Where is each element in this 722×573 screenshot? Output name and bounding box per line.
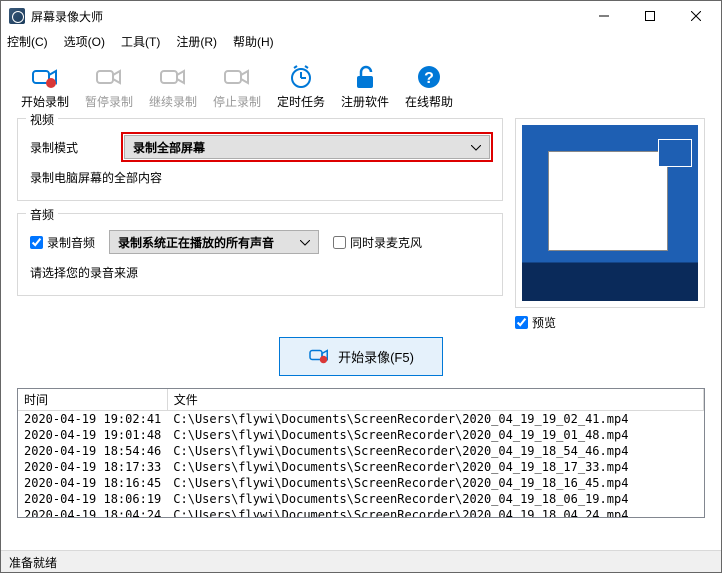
record-mic-input[interactable] bbox=[333, 236, 346, 249]
record-mode-select[interactable]: 录制全部屏幕 bbox=[124, 135, 490, 159]
tool-help-label: 在线帮助 bbox=[405, 93, 453, 110]
audio-source-select[interactable]: 录制系统正在播放的所有声音 bbox=[109, 230, 319, 254]
chevron-down-icon bbox=[471, 140, 481, 154]
table-row[interactable]: 2020-04-19 18:06:19C:\Users\flywi\Docume… bbox=[18, 491, 704, 507]
cell-file: C:\Users\flywi\Documents\ScreenRecorder\… bbox=[167, 491, 703, 507]
tool-pause-label: 暂停录制 bbox=[85, 93, 133, 110]
tool-pause-record: 暂停录制 bbox=[81, 61, 137, 112]
table-row[interactable]: 2020-04-19 19:02:41C:\Users\flywi\Docume… bbox=[18, 411, 704, 428]
window-title: 屏幕录像大师 bbox=[31, 8, 581, 25]
titlebar: 屏幕录像大师 bbox=[1, 1, 721, 31]
camera-stop-icon bbox=[223, 63, 251, 91]
col-time[interactable]: 时间 bbox=[18, 389, 167, 411]
minimize-button[interactable] bbox=[581, 1, 627, 31]
video-legend: 视频 bbox=[26, 111, 58, 128]
chevron-down-icon bbox=[300, 235, 310, 249]
start-recording-button[interactable]: 开始录像(F5) bbox=[279, 337, 443, 376]
tool-schedule[interactable]: 定时任务 bbox=[273, 61, 329, 112]
tool-stop-record: 停止录制 bbox=[209, 61, 265, 112]
camera-record-icon bbox=[31, 63, 59, 91]
tool-online-help[interactable]: ? 在线帮助 bbox=[401, 61, 457, 112]
tool-resume-record: 继续录制 bbox=[145, 61, 201, 112]
menu-register[interactable]: 注册(R) bbox=[176, 33, 217, 50]
tool-start-record[interactable]: 开始录制 bbox=[17, 61, 73, 112]
cell-time: 2020-04-19 18:06:19 bbox=[18, 491, 167, 507]
audio-source-value: 录制系统正在播放的所有声音 bbox=[118, 234, 274, 251]
cell-time: 2020-04-19 18:17:33 bbox=[18, 459, 167, 475]
close-button[interactable] bbox=[673, 1, 719, 31]
record-mode-value: 录制全部屏幕 bbox=[133, 139, 205, 156]
preview-checkbox[interactable]: 预览 bbox=[515, 314, 705, 331]
menu-tools[interactable]: 工具(T) bbox=[121, 33, 160, 50]
menu-options[interactable]: 选项(O) bbox=[64, 33, 105, 50]
table-row[interactable]: 2020-04-19 18:16:45C:\Users\flywi\Docume… bbox=[18, 475, 704, 491]
cell-file: C:\Users\flywi\Documents\ScreenRecorder\… bbox=[167, 411, 703, 428]
tool-register[interactable]: 注册软件 bbox=[337, 61, 393, 112]
tool-schedule-label: 定时任务 bbox=[277, 93, 325, 110]
cell-file: C:\Users\flywi\Documents\ScreenRecorder\… bbox=[167, 459, 703, 475]
unlock-icon bbox=[351, 63, 379, 91]
tool-stop-label: 停止录制 bbox=[213, 93, 261, 110]
table-row[interactable]: 2020-04-19 19:01:48C:\Users\flywi\Docume… bbox=[18, 427, 704, 443]
video-desc: 录制电脑屏幕的全部内容 bbox=[30, 169, 490, 186]
tool-resume-label: 继续录制 bbox=[149, 93, 197, 110]
app-icon bbox=[9, 8, 25, 24]
menu-help[interactable]: 帮助(H) bbox=[233, 33, 274, 50]
menubar: 控制(C) 选项(O) 工具(T) 注册(R) 帮助(H) bbox=[1, 31, 721, 53]
toolbar: 开始录制 暂停录制 继续录制 停止录制 定时任务 注册软件 ? 在线帮助 bbox=[1, 53, 721, 118]
preview-box bbox=[515, 118, 705, 308]
cell-time: 2020-04-19 18:04:24 bbox=[18, 507, 167, 518]
tool-start-label: 开始录制 bbox=[21, 93, 69, 110]
cell-file: C:\Users\flywi\Documents\ScreenRecorder\… bbox=[167, 507, 703, 518]
cell-time: 2020-04-19 19:02:41 bbox=[18, 411, 167, 428]
tool-register-label: 注册软件 bbox=[341, 93, 389, 110]
maximize-button[interactable] bbox=[627, 1, 673, 31]
record-audio-checkbox[interactable]: 录制音频 bbox=[30, 234, 95, 251]
record-mode-label: 录制模式 bbox=[30, 139, 110, 156]
cell-time: 2020-04-19 19:01:48 bbox=[18, 427, 167, 443]
cell-file: C:\Users\flywi\Documents\ScreenRecorder\… bbox=[167, 443, 703, 459]
preview-input[interactable] bbox=[515, 316, 528, 329]
audio-desc: 请选择您的录音来源 bbox=[30, 264, 490, 281]
camera-resume-icon bbox=[159, 63, 187, 91]
svg-text:?: ? bbox=[424, 70, 434, 87]
statusbar: 准备就绪 bbox=[1, 550, 721, 572]
record-mic-checkbox[interactable]: 同时录麦克风 bbox=[333, 234, 422, 251]
col-file[interactable]: 文件 bbox=[167, 389, 703, 411]
menu-control[interactable]: 控制(C) bbox=[7, 33, 48, 50]
recordings-table[interactable]: 时间 文件 2020-04-19 19:02:41C:\Users\flywi\… bbox=[17, 388, 705, 518]
record-mic-label: 同时录麦克风 bbox=[350, 234, 422, 251]
record-audio-label: 录制音频 bbox=[47, 234, 95, 251]
table-row[interactable]: 2020-04-19 18:17:33C:\Users\flywi\Docume… bbox=[18, 459, 704, 475]
preview-label: 预览 bbox=[532, 314, 556, 331]
table-row[interactable]: 2020-04-19 18:54:46C:\Users\flywi\Docume… bbox=[18, 443, 704, 459]
help-icon: ? bbox=[415, 63, 443, 91]
start-recording-label: 开始录像(F5) bbox=[338, 347, 414, 366]
video-group: 视频 录制模式 录制全部屏幕 录制电脑屏幕的全部内容 bbox=[17, 118, 503, 201]
cell-file: C:\Users\flywi\Documents\ScreenRecorder\… bbox=[167, 475, 703, 491]
preview-thumbnail bbox=[522, 125, 698, 301]
camera-record-icon bbox=[308, 346, 330, 367]
clock-icon bbox=[287, 63, 315, 91]
cell-file: C:\Users\flywi\Documents\ScreenRecorder\… bbox=[167, 427, 703, 443]
record-audio-input[interactable] bbox=[30, 236, 43, 249]
audio-legend: 音频 bbox=[26, 206, 58, 223]
audio-group: 音频 录制音频 录制系统正在播放的所有声音 同时录麦克风 请选择您的录音来源 bbox=[17, 213, 503, 296]
table-row[interactable]: 2020-04-19 18:04:24C:\Users\flywi\Docume… bbox=[18, 507, 704, 518]
cell-time: 2020-04-19 18:16:45 bbox=[18, 475, 167, 491]
camera-pause-icon bbox=[95, 63, 123, 91]
cell-time: 2020-04-19 18:54:46 bbox=[18, 443, 167, 459]
